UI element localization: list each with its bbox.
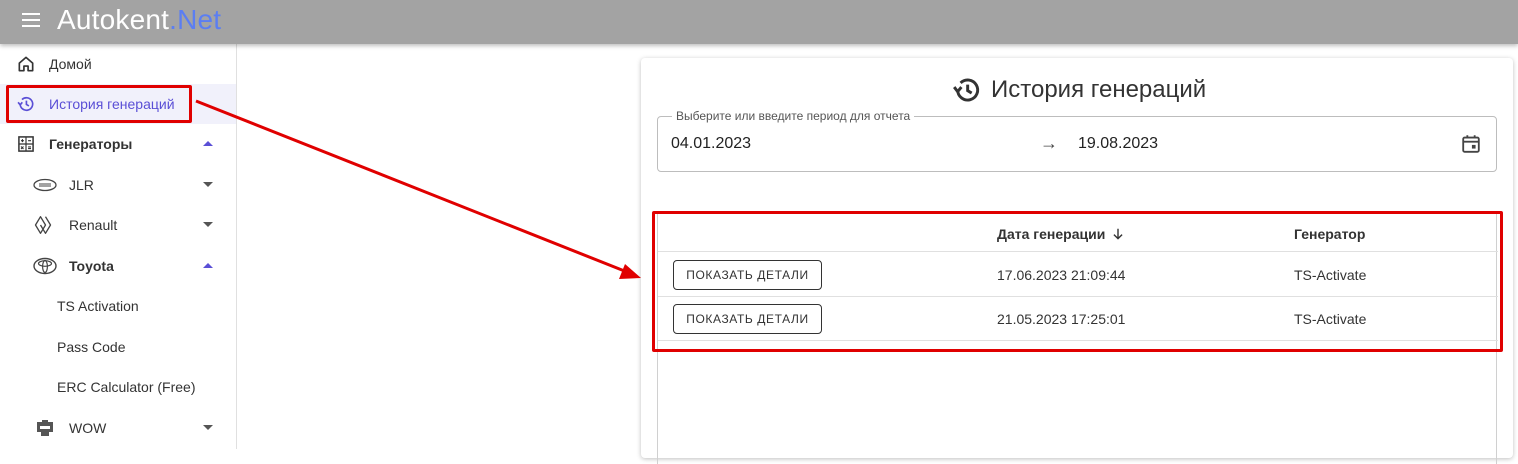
sidebar-item-label: Toyota: [69, 258, 114, 274]
expand-more-icon: [203, 425, 213, 430]
sidebar-item-label: TS Activation: [57, 298, 139, 314]
brand-accent: .Net: [169, 4, 222, 35]
sidebar-item-wow[interactable]: WOW: [0, 408, 236, 448]
sidebar-item-label: WOW: [69, 420, 107, 436]
sidebar-item-label: JLR: [69, 177, 94, 193]
history-icon: [953, 78, 980, 102]
home-icon: [18, 56, 34, 72]
expand-more-icon: [203, 182, 213, 187]
brand-main: Autokent: [57, 4, 170, 35]
date-to-input[interactable]: 19.08.2023: [1078, 135, 1158, 153]
expand-less-icon: [203, 263, 213, 268]
sidebar-item-label: ERC Calculator (Free): [57, 379, 196, 395]
sidebar-item-jlr[interactable]: JLR: [0, 165, 236, 205]
sidebar-item-generators[interactable]: Генераторы: [0, 124, 236, 164]
toyota-logo-icon: [33, 257, 57, 275]
highlight-box-table: [652, 211, 1503, 352]
date-from-input[interactable]: 04.01.2023: [671, 135, 751, 153]
expand-more-icon: [203, 222, 213, 227]
sidebar-item-label: Renault: [69, 217, 118, 233]
sidebar-item-label: Домой: [49, 56, 92, 72]
calculator-icon: [18, 136, 34, 152]
page-title: История генераций: [951, 74, 1206, 106]
sidebar-item-renault[interactable]: Renault: [0, 205, 236, 245]
app-bar: Autokent.Net: [0, 0, 1518, 44]
sidebar-item-label: Pass Code: [57, 339, 126, 355]
range-arrow: →: [1040, 133, 1058, 153]
sidebar-item-toyota[interactable]: Toyota: [0, 246, 236, 286]
brand-logo[interactable]: Autokent.Net: [57, 3, 221, 37]
highlight-box-nav: [6, 85, 192, 123]
sidebar-item-ts-activation[interactable]: TS Activation: [0, 286, 236, 326]
sidebar-item-pass-code[interactable]: Pass Code: [0, 327, 236, 367]
sidebar-item-home[interactable]: Домой: [0, 44, 236, 84]
sidebar-item-label: Генераторы: [49, 136, 133, 152]
date-range-legend: Выберите или введите период для отчета: [672, 109, 915, 123]
wow-logo-icon: [37, 420, 53, 436]
renault-logo-icon: [34, 216, 52, 234]
land-rover-logo-icon: [33, 178, 57, 192]
date-range-picker[interactable]: Выберите или введите период для отчета 0…: [657, 109, 1497, 172]
menu-icon[interactable]: [22, 13, 42, 29]
expand-less-icon: [203, 141, 213, 146]
calendar-icon[interactable]: [1460, 133, 1482, 155]
sidebar-item-erc-calculator[interactable]: ERC Calculator (Free): [0, 367, 236, 407]
page-title-text: История генераций: [991, 76, 1207, 103]
